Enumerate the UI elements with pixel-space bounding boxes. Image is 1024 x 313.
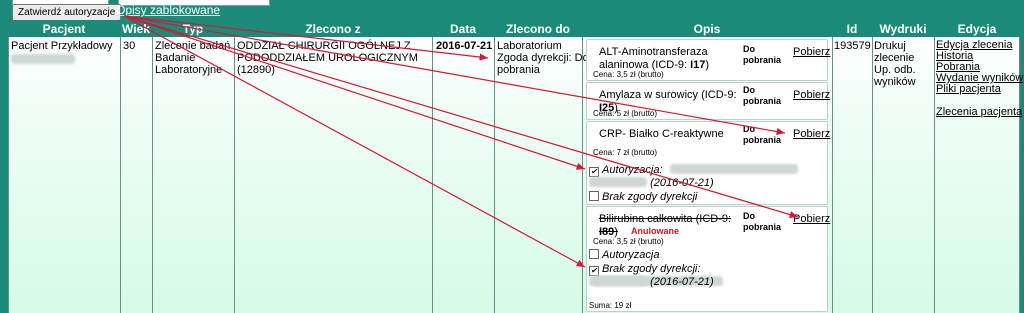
arrow [123, 15, 489, 61]
annotation-arrows [123, 15, 799, 268]
arrow [123, 15, 786, 136]
arrow [123, 15, 586, 170]
arrow [123, 15, 799, 219]
arrow [123, 15, 586, 268]
